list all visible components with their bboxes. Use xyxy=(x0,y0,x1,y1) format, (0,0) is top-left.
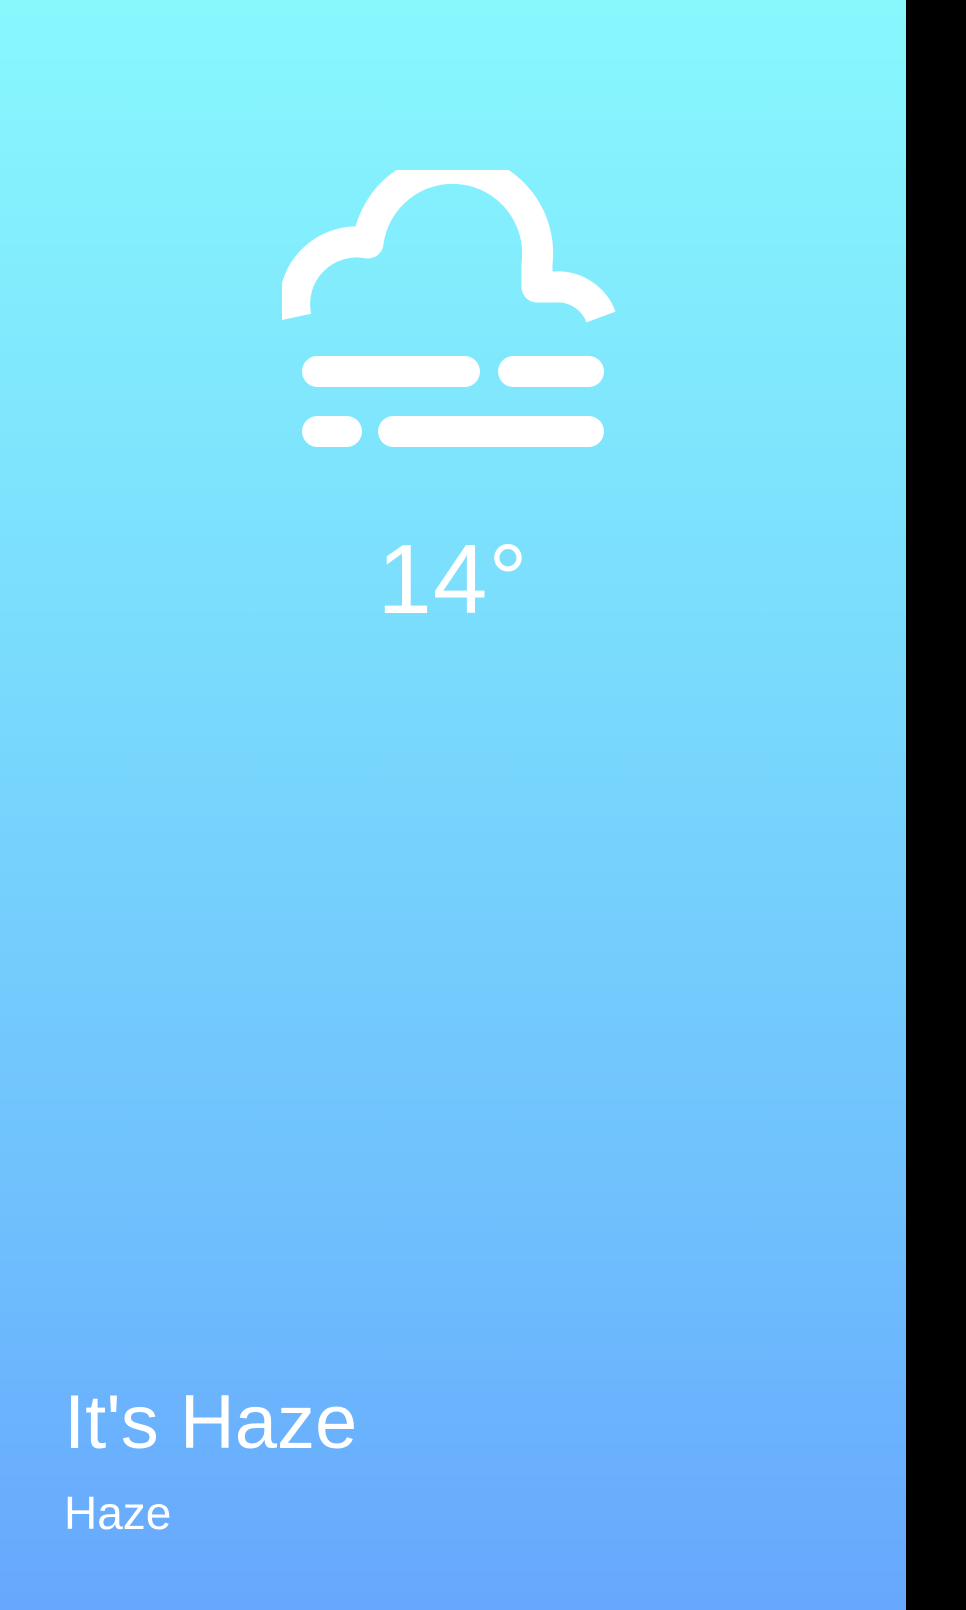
screen-edge xyxy=(906,0,966,1610)
weather-panel: 14° It's Haze Haze xyxy=(0,0,906,1610)
weather-screen: 14° It's Haze Haze xyxy=(0,0,966,1610)
weather-condition: Haze xyxy=(64,1487,172,1539)
temperature-value: 14° xyxy=(377,524,529,634)
haze-icon xyxy=(282,170,616,447)
weather-headline: It's Haze xyxy=(64,1380,358,1465)
